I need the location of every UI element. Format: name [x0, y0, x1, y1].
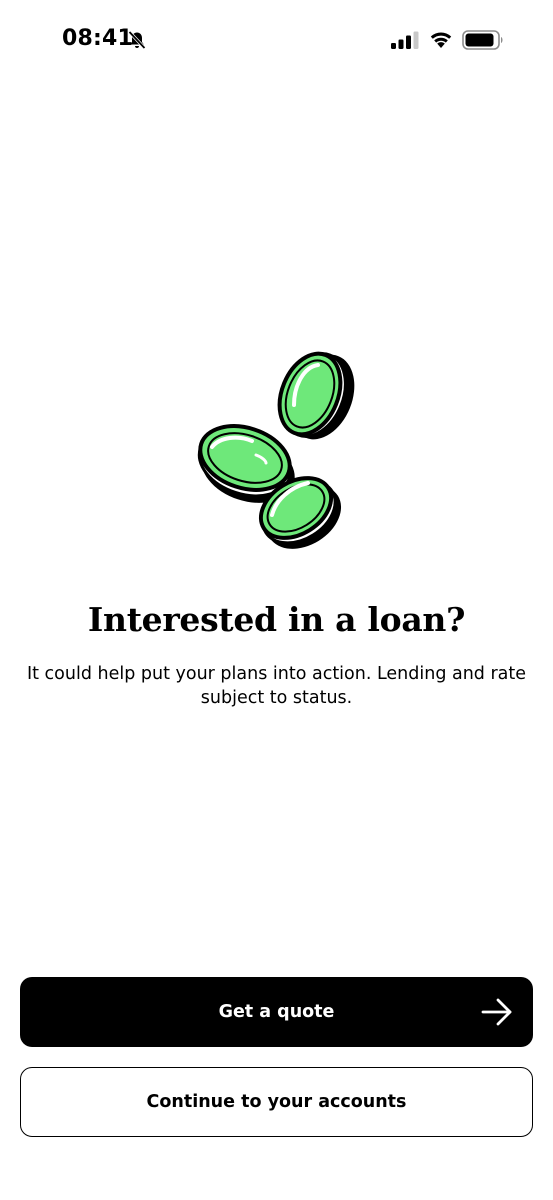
cellular-signal-icon — [391, 31, 419, 49]
coin-top — [277, 351, 355, 440]
status-bar: 08:41 — [0, 0, 553, 80]
status-time: 08:41 — [62, 26, 134, 51]
coins-icon — [197, 351, 355, 549]
get-a-quote-button[interactable]: Get a quote — [20, 977, 533, 1047]
bell-slash-icon — [128, 30, 146, 50]
get-a-quote-label: Get a quote — [218, 1002, 335, 1022]
continue-to-accounts-label: Continue to your accounts — [146, 1092, 407, 1112]
arrow-right-icon — [481, 998, 512, 1026]
wifi-icon — [430, 32, 452, 48]
continue-to-accounts-button[interactable]: Continue to your accounts — [20, 1067, 533, 1137]
promo-title: Interested in a loan? — [87, 600, 466, 639]
battery-icon — [462, 30, 503, 50]
promo-description: It could help put your plans into action… — [26, 664, 527, 708]
